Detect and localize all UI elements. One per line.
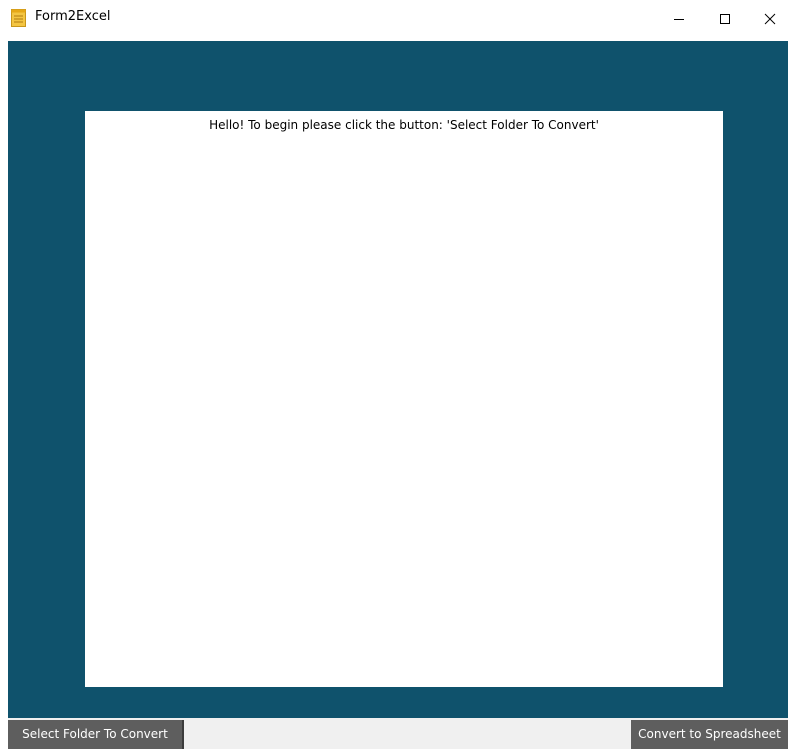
title-bar[interactable]: Form2Excel <box>0 0 788 38</box>
select-folder-button[interactable]: Select Folder To Convert <box>8 720 184 749</box>
close-icon <box>764 10 776 29</box>
close-button[interactable] <box>752 0 788 38</box>
window-title: Form2Excel <box>35 9 111 24</box>
maximize-icon <box>719 10 731 29</box>
minimize-button[interactable] <box>656 0 702 38</box>
convert-button[interactable]: Convert to Spreadsheet <box>631 720 788 749</box>
welcome-message: Hello! To begin please click the button:… <box>209 118 599 132</box>
notepad-icon <box>11 8 26 27</box>
minimize-icon <box>673 10 685 29</box>
maximize-button[interactable] <box>702 0 748 38</box>
app-window: Form2Excel Hello! To begin please click … <box>0 0 788 749</box>
content-panel: Hello! To begin please click the button:… <box>85 111 723 687</box>
